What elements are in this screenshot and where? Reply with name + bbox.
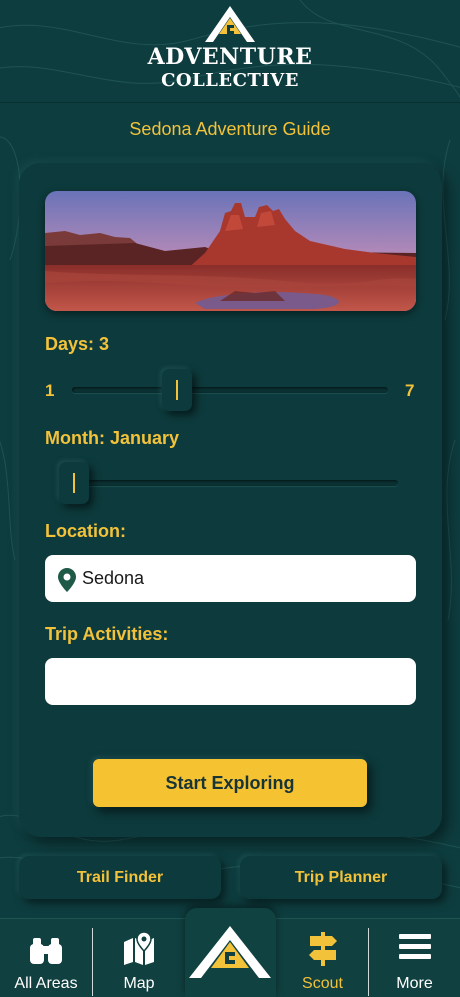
brand-name-line1: ADVENTURE	[147, 44, 313, 70]
month-slider-track[interactable]	[74, 480, 398, 486]
brand-name-line2: COLLECTIVE	[161, 70, 299, 91]
tab-all-areas[interactable]: All Areas	[0, 918, 92, 997]
tab-scout[interactable]: Scout	[277, 918, 368, 997]
start-exploring-button[interactable]: Start Exploring	[93, 759, 367, 807]
location-pin-icon	[58, 568, 76, 592]
trip-planner-button[interactable]: Trip Planner	[240, 856, 442, 899]
header-divider	[0, 102, 460, 103]
trail-finder-button[interactable]: Trail Finder	[19, 856, 221, 899]
tab-more-label: More	[396, 975, 433, 992]
days-label: Days: 3	[45, 334, 110, 354]
signpost-icon	[308, 932, 337, 966]
binoculars-icon	[30, 938, 62, 964]
tab-map[interactable]: Map	[93, 918, 185, 997]
days-slider-track[interactable]	[72, 387, 388, 393]
month-slider-thumb[interactable]	[59, 462, 89, 504]
days-slider-thumb[interactable]	[162, 369, 193, 411]
month-label: Month: January	[45, 428, 180, 448]
home-logo-icon	[189, 926, 271, 978]
map-icon	[124, 932, 154, 965]
tab-map-label: Map	[123, 975, 155, 992]
home-tab[interactable]	[185, 908, 276, 997]
page-title: Sedona Adventure Guide	[129, 119, 331, 139]
activities-input[interactable]	[45, 658, 416, 705]
days-max-label: 7	[405, 381, 415, 400]
location-label: Location:	[45, 521, 126, 541]
days-min-label: 1	[45, 381, 55, 400]
tab-all-areas-label: All Areas	[14, 975, 78, 992]
sedona-hero-image	[45, 191, 416, 311]
tab-scout-label: Scout	[302, 975, 343, 992]
tab-more[interactable]: More	[369, 918, 460, 997]
menu-icon	[398, 934, 431, 959]
activities-label: Trip Activities:	[45, 624, 169, 644]
app-header: ADVENTURE COLLECTIVE	[0, 0, 460, 102]
location-value: Sedona	[82, 568, 145, 588]
mountain-logo-icon	[205, 6, 255, 42]
